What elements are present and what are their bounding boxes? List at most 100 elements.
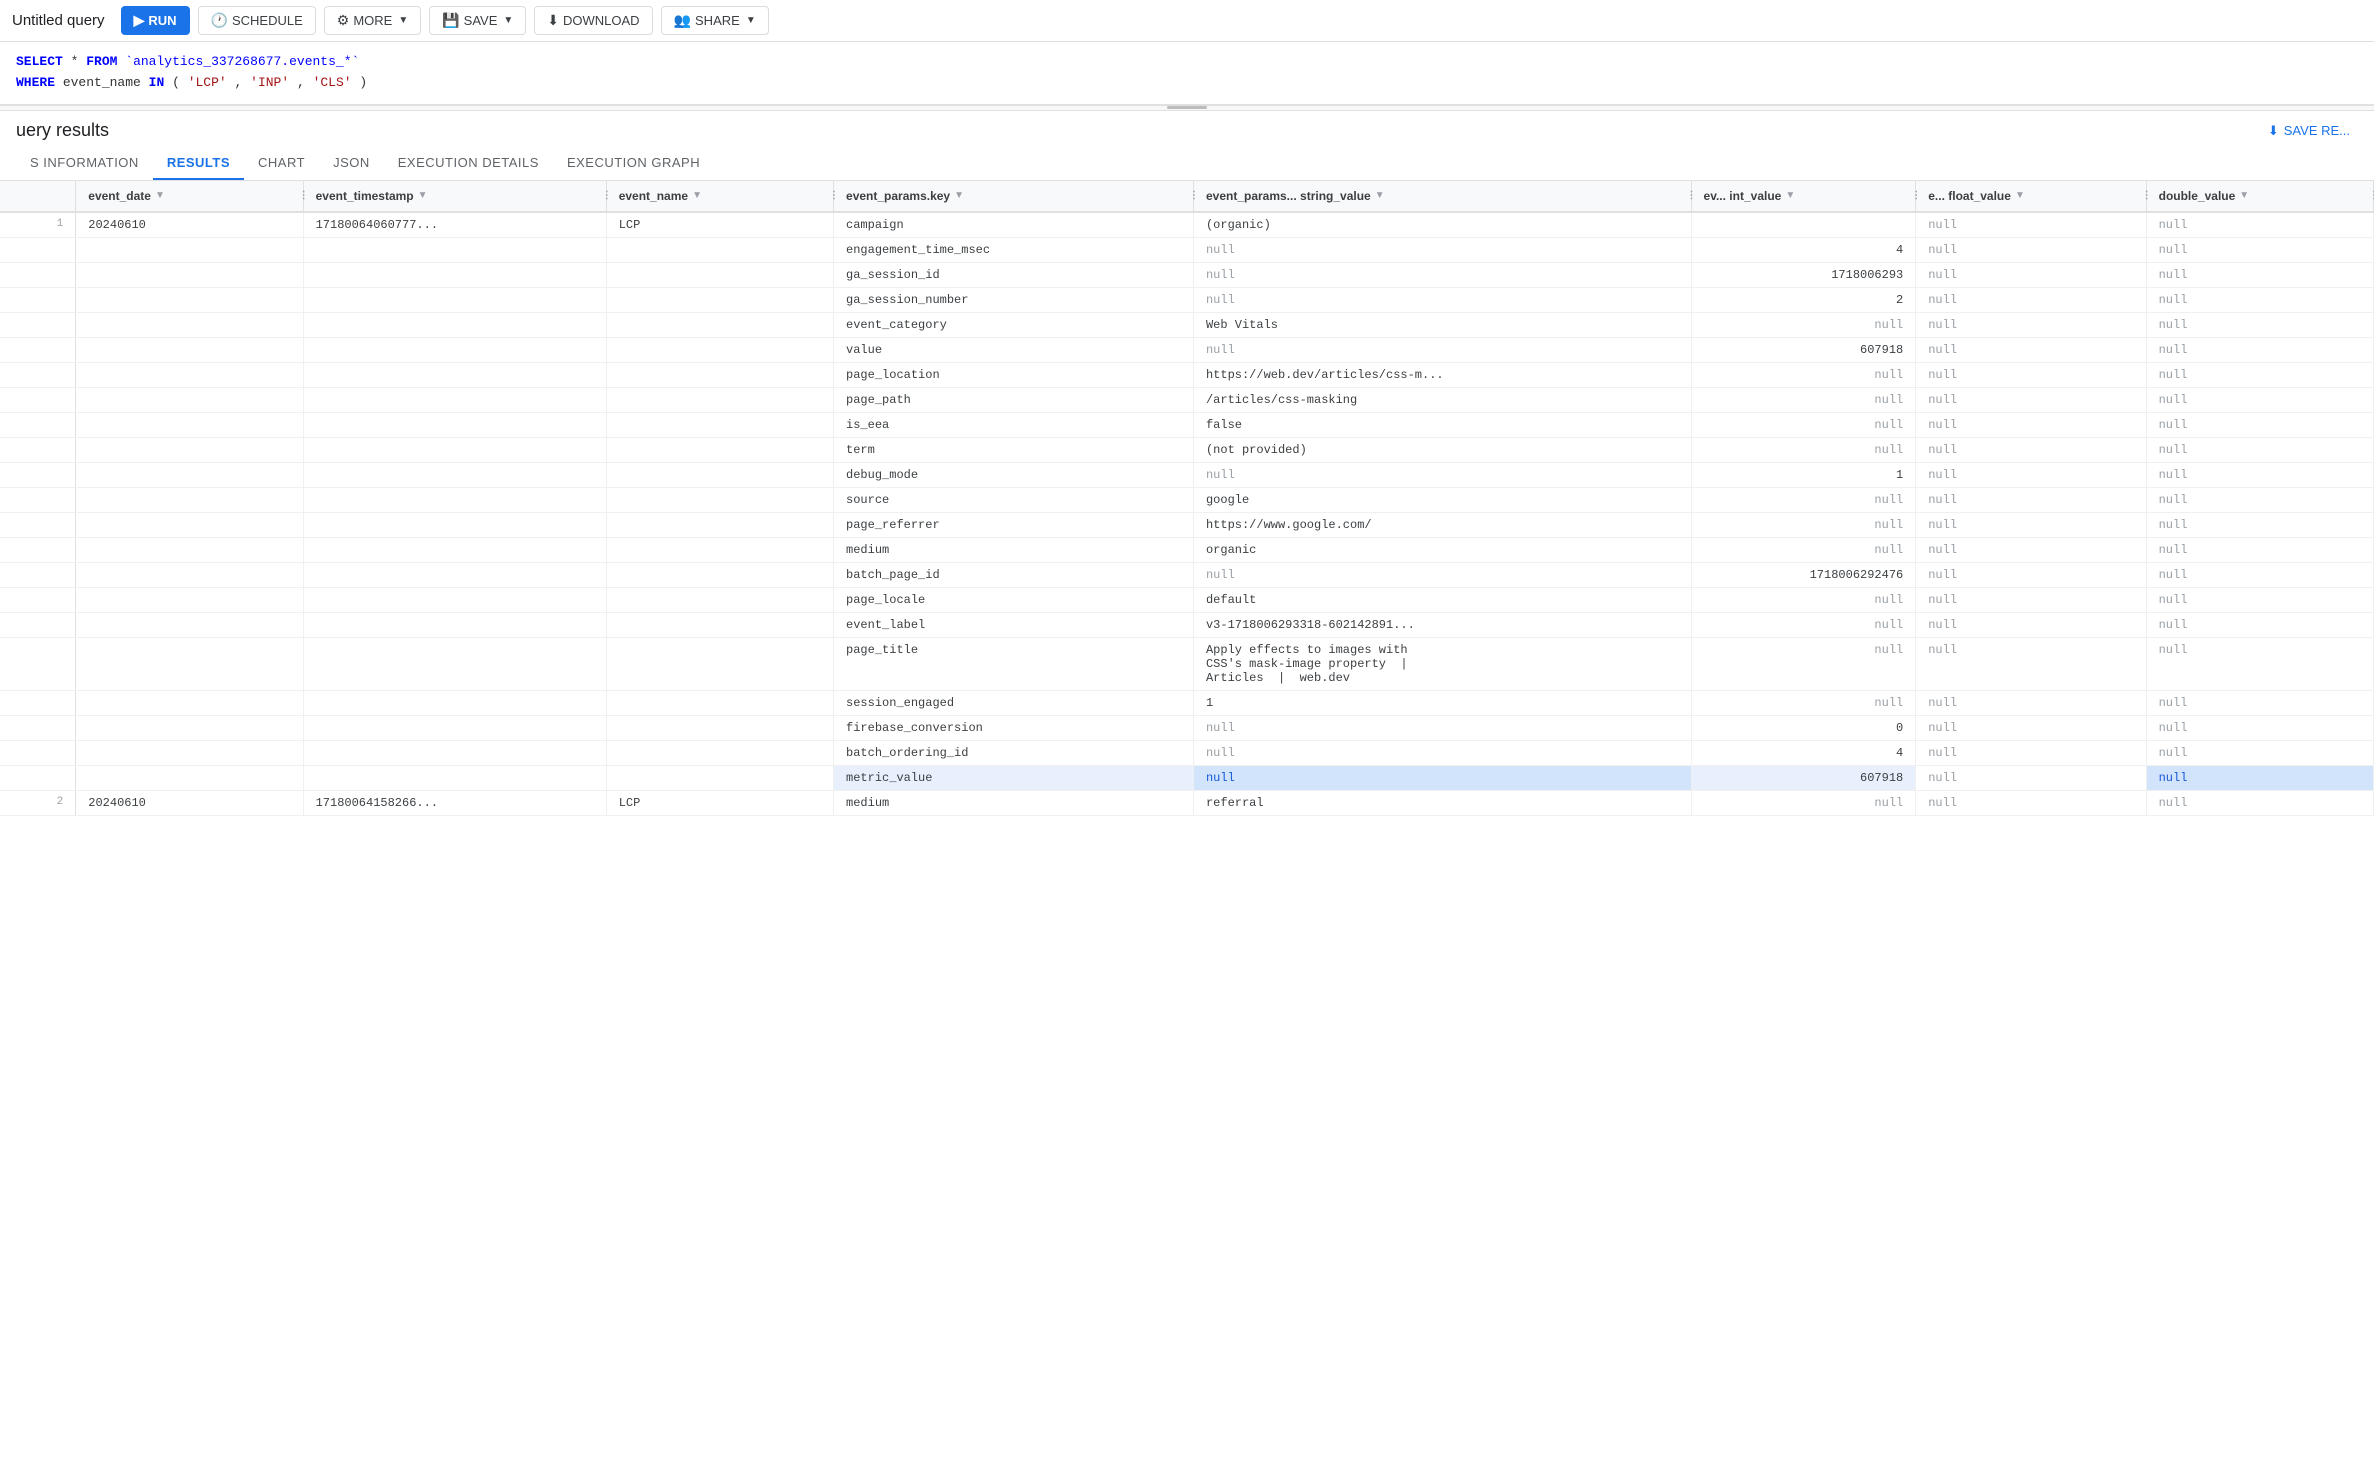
cell-params-key: is_eea (834, 412, 1194, 437)
event-name-sort-icon[interactable]: ▼ (692, 190, 702, 201)
save-button[interactable]: 💾 SAVE ▼ (429, 6, 526, 35)
cell-int-value: null (1691, 790, 1916, 815)
row-num-0 (0, 587, 76, 612)
cell-double-value: null (2146, 715, 2373, 740)
cell-float-value: null (1916, 715, 2146, 740)
cell-event-timestamp (303, 765, 606, 790)
cell-event-timestamp (303, 715, 606, 740)
cell-float-value: null (1916, 612, 2146, 637)
cell-float-value: null (1916, 790, 2146, 815)
cell-int-value: 1718006293 (1691, 262, 1916, 287)
cell-params-key: event_category (834, 312, 1194, 337)
cell-event-date (76, 740, 303, 765)
cell-params-key: page_location (834, 362, 1194, 387)
sql-line-1: SELECT * FROM `analytics_337268677.event… (16, 52, 2358, 73)
cell-int-value: null (1691, 587, 1916, 612)
row-num-0 (0, 487, 76, 512)
share-button[interactable]: 👥 SHARE ▼ (661, 6, 769, 35)
int-value-resize[interactable]: ⋮ (1911, 181, 1915, 211)
params-key-resize[interactable]: ⋮ (1189, 181, 1193, 211)
cell-event-date (76, 765, 303, 790)
params-key-sort-icon[interactable]: ▼ (954, 190, 964, 201)
col-header-double-value[interactable]: double_value ▼ ⋮ (2146, 181, 2373, 212)
double-value-sort-icon[interactable]: ▼ (2239, 190, 2249, 201)
cell-string-value: null (1193, 715, 1691, 740)
sql-editor[interactable]: SELECT * FROM `analytics_337268677.event… (0, 42, 2374, 105)
cell-event-date (76, 537, 303, 562)
cell-event-name (606, 765, 833, 790)
double-value-resize[interactable]: ⋮ (2369, 181, 2373, 211)
event-date-resize[interactable]: ⋮ (299, 181, 303, 211)
event-timestamp-resize[interactable]: ⋮ (602, 181, 606, 211)
col-header-string-value[interactable]: event_params... string_value ▼ ⋮ (1193, 181, 1691, 212)
string-value-resize[interactable]: ⋮ (1687, 181, 1691, 211)
run-button[interactable]: ▶ RUN (121, 6, 190, 35)
cell-params-key: engagement_time_msec (834, 237, 1194, 262)
cell-double-value: null (2146, 740, 2373, 765)
int-value-sort-icon[interactable]: ▼ (1785, 190, 1795, 201)
row-num-0 (0, 462, 76, 487)
event-name-resize[interactable]: ⋮ (829, 181, 833, 211)
cell-event-name (606, 412, 833, 437)
cell-double-value: null (2146, 637, 2373, 690)
results-table-container[interactable]: event_date ▼ ⋮ event_timestamp ▼ ⋮ (0, 181, 2374, 1429)
cell-params-key: batch_ordering_id (834, 740, 1194, 765)
cell-event-date (76, 387, 303, 412)
col-header-event-date[interactable]: event_date ▼ ⋮ (76, 181, 303, 212)
cell-double-value: null (2146, 487, 2373, 512)
cell-params-key: page_path (834, 387, 1194, 412)
row-num-0 (0, 337, 76, 362)
col-header-event-timestamp[interactable]: event_timestamp ▼ ⋮ (303, 181, 606, 212)
tab-execution-graph[interactable]: EXECUTION GRAPH (553, 147, 714, 180)
cell-event-name (606, 237, 833, 262)
col-header-params-key[interactable]: event_params.key ▼ ⋮ (834, 181, 1194, 212)
more-button[interactable]: ⚙ MORE ▼ (324, 6, 421, 35)
cell-float-value: null (1916, 212, 2146, 238)
tab-schema[interactable]: S INFORMATION (16, 147, 153, 180)
float-value-resize[interactable]: ⋮ (2142, 181, 2146, 211)
cell-event-timestamp (303, 412, 606, 437)
cell-params-key: batch_page_id (834, 562, 1194, 587)
cell-event-date (76, 462, 303, 487)
cell-event-date (76, 437, 303, 462)
download-button[interactable]: ⬇ DOWNLOAD (534, 6, 652, 35)
float-value-sort-icon[interactable]: ▼ (2015, 190, 2025, 201)
cell-event-timestamp (303, 262, 606, 287)
col-header-int-value[interactable]: ev... int_value ▼ ⋮ (1691, 181, 1916, 212)
cell-event-timestamp (303, 587, 606, 612)
row-num-0 (0, 715, 76, 740)
table-body: 12024061017180064060777...LCPcampaign(or… (0, 212, 2374, 816)
row-num-0 (0, 562, 76, 587)
tab-chart[interactable]: CHART (244, 147, 319, 180)
schedule-button[interactable]: 🕐 SCHEDULE (198, 6, 316, 35)
cell-params-key: medium (834, 790, 1194, 815)
save-results-button[interactable]: ⬇ SAVE RE... (2260, 119, 2358, 143)
event-timestamp-sort-icon[interactable]: ▼ (418, 190, 428, 201)
cell-string-value: null (1193, 262, 1691, 287)
cell-event-name (606, 262, 833, 287)
row-num-0 (0, 287, 76, 312)
cell-float-value: null (1916, 362, 2146, 387)
col-header-event-name[interactable]: event_name ▼ ⋮ (606, 181, 833, 212)
query-title: Untitled query (12, 12, 105, 29)
row-num-0 (0, 765, 76, 790)
cell-event-date (76, 262, 303, 287)
cell-event-name: LCP (606, 212, 833, 238)
cell-event-name (606, 312, 833, 337)
gear-icon: ⚙ (337, 12, 350, 29)
cell-double-value: null (2146, 790, 2373, 815)
more-chevron-icon: ▼ (398, 15, 408, 26)
tab-json[interactable]: JSON (319, 147, 384, 180)
event-date-sort-icon[interactable]: ▼ (155, 190, 165, 201)
cell-event-timestamp (303, 362, 606, 387)
download-icon: ⬇ (547, 12, 559, 29)
string-value-sort-icon[interactable]: ▼ (1375, 190, 1385, 201)
tab-execution-details[interactable]: EXECUTION DETAILS (384, 147, 553, 180)
cell-params-key: medium (834, 537, 1194, 562)
col-header-float-value[interactable]: e... float_value ▼ ⋮ (1916, 181, 2146, 212)
cell-params-key: ga_session_number (834, 287, 1194, 312)
tab-results[interactable]: RESULTS (153, 147, 244, 180)
cell-float-value: null (1916, 637, 2146, 690)
resizer-handle (1167, 106, 1207, 109)
cell-string-value: null (1193, 562, 1691, 587)
